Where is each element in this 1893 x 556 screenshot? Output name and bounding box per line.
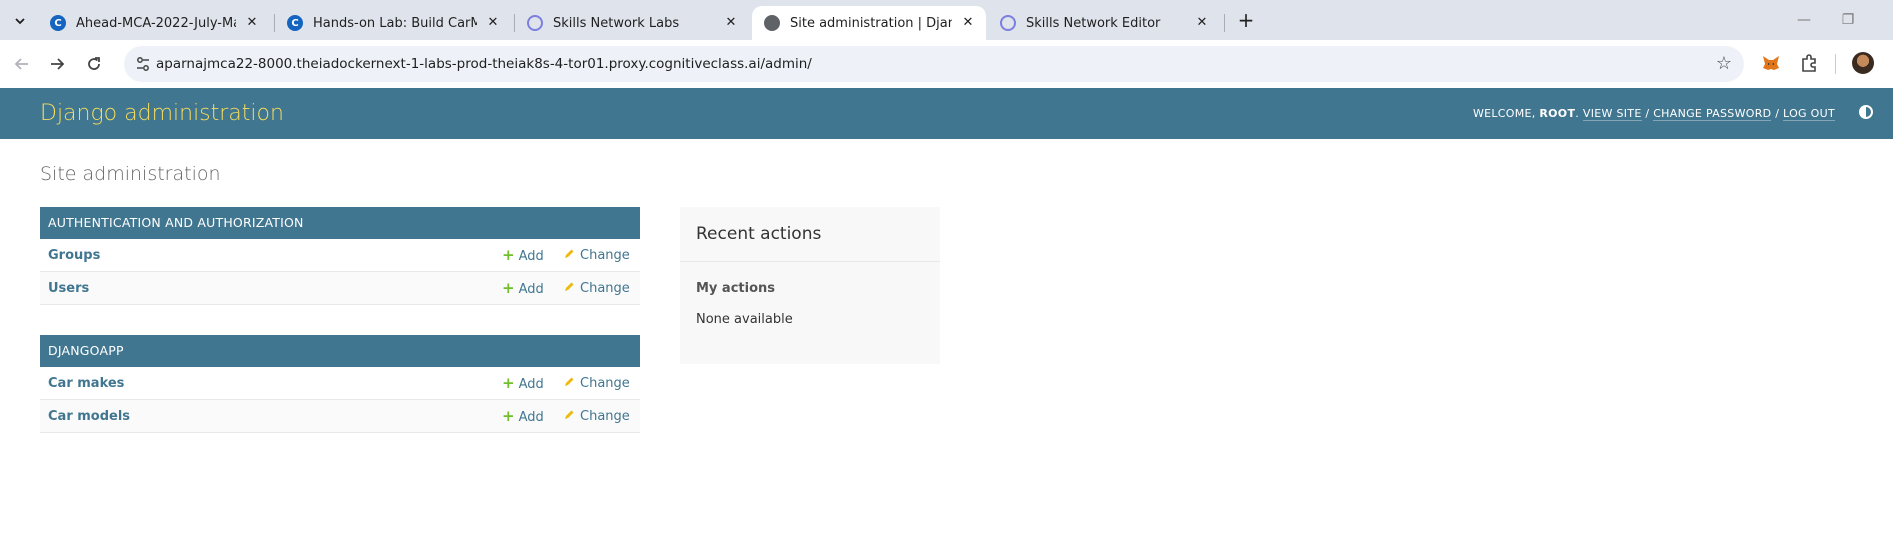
page-title: Site administration: [40, 163, 221, 185]
labs-icon: [1000, 15, 1016, 31]
labs-icon: [527, 15, 543, 31]
change-car-models-link[interactable]: Change: [563, 400, 630, 433]
coursera-icon: C: [50, 15, 66, 31]
profile-avatar[interactable]: [1852, 52, 1874, 74]
model-row-car-makes: Car makes + Add Change: [40, 367, 640, 400]
reload-icon: [88, 57, 100, 70]
site-branding[interactable]: Django administration: [40, 88, 284, 139]
tab-title: Hands-on Lab: Build CarModel: [313, 15, 477, 31]
browser-tab-4[interactable]: Skills Network Editor ✕: [988, 6, 1220, 40]
forward-button[interactable]: [45, 52, 69, 76]
tab-title: Skills Network Labs: [553, 15, 680, 31]
close-icon[interactable]: ✕: [1194, 15, 1210, 31]
arrow-right-icon: [51, 58, 65, 70]
model-row-users: Users + Add Change: [40, 272, 640, 305]
browser-toolbar: aparnajmca22-8000.theiadockernext-1-labs…: [0, 40, 1893, 88]
globe-icon: [764, 15, 780, 31]
model-link-groups[interactable]: Groups: [48, 239, 100, 272]
tab-search-button[interactable]: [9, 10, 31, 32]
change-password-link[interactable]: CHANGE PASSWORD: [1653, 107, 1772, 121]
model-row-car-models: Car models + Add Change: [40, 400, 640, 433]
plus-icon: +: [502, 407, 515, 425]
model-link-car-makes[interactable]: Car makes: [48, 367, 124, 400]
add-car-models-link[interactable]: + Add: [502, 400, 544, 434]
chevron-down-icon: [15, 18, 25, 25]
close-icon[interactable]: ✕: [244, 15, 260, 31]
module-caption[interactable]: DJANGOAPP: [40, 335, 640, 367]
add-car-makes-link[interactable]: + Add: [502, 367, 544, 401]
close-icon[interactable]: ✕: [723, 15, 739, 31]
arrow-left-icon: [14, 58, 28, 70]
plus-icon: +: [502, 246, 515, 264]
log-out-link[interactable]: LOG OUT: [1783, 107, 1835, 121]
pencil-icon: [565, 410, 574, 419]
no-actions-text: None available: [696, 312, 793, 327]
change-users-link[interactable]: Change: [563, 272, 630, 305]
metamask-fox-icon[interactable]: [1760, 52, 1782, 74]
welcome-text: WELCOME,: [1472, 107, 1536, 120]
close-icon[interactable]: ✕: [960, 15, 976, 31]
tab-title: Site administration | Django site: [790, 15, 952, 31]
browser-tab-2[interactable]: Skills Network Labs ✕: [515, 6, 749, 40]
site-info-icon[interactable]: [134, 55, 152, 73]
tab-title: Skills Network Editor: [1026, 15, 1161, 31]
recent-actions-panel: Recent actions My actions None available: [680, 207, 940, 364]
bookmark-star-icon[interactable]: ☆: [1716, 53, 1732, 74]
browser-tab-strip: C Ahead-MCA-2022-July-Major Pr ✕ C Hands…: [0, 0, 1893, 40]
coursera-icon: C: [287, 15, 303, 31]
browser-tab-3[interactable]: Site administration | Django site ✕: [752, 6, 986, 40]
maximize-button[interactable]: ❐: [1828, 8, 1868, 32]
user-tools: WELCOME, ROOT. VIEW SITE / CHANGE PASSWO…: [1472, 107, 1835, 121]
minimize-button[interactable]: —: [1784, 8, 1824, 32]
extensions-puzzle-icon[interactable]: [1798, 52, 1820, 74]
add-users-link[interactable]: + Add: [502, 272, 544, 306]
model-link-users[interactable]: Users: [48, 272, 89, 305]
app-module-auth: AUTHENTICATION AND AUTHORIZATION Groups …: [40, 207, 640, 305]
recent-actions-title: Recent actions: [680, 207, 940, 262]
browser-tab-1[interactable]: C Hands-on Lab: Build CarModel ✕: [275, 6, 511, 40]
reload-button[interactable]: [82, 52, 106, 76]
pencil-icon: [565, 377, 574, 386]
model-link-car-models[interactable]: Car models: [48, 400, 130, 433]
app-module-djangoapp: DJANGOAPP Car makes + Add Change Car mode…: [40, 335, 640, 433]
username: ROOT: [1539, 107, 1576, 120]
change-groups-link[interactable]: Change: [563, 239, 630, 272]
address-bar[interactable]: aparnajmca22-8000.theiadockernext-1-labs…: [124, 46, 1744, 82]
view-site-link[interactable]: VIEW SITE: [1582, 107, 1642, 121]
plus-icon: +: [502, 374, 515, 392]
back-button[interactable]: [10, 52, 34, 76]
my-actions-heading: My actions: [696, 281, 776, 296]
pencil-icon: [565, 249, 574, 258]
url-text: aparnajmca22-8000.theiadockernext-1-labs…: [156, 56, 812, 72]
plus-icon: +: [502, 279, 515, 297]
close-icon[interactable]: ✕: [485, 15, 501, 31]
module-caption[interactable]: AUTHENTICATION AND AUTHORIZATION: [40, 207, 640, 239]
tab-title: Ahead-MCA-2022-July-Major Pr: [76, 15, 236, 31]
pencil-icon: [565, 282, 574, 291]
change-car-makes-link[interactable]: Change: [563, 367, 630, 400]
theme-toggle-icon[interactable]: [1859, 105, 1873, 119]
model-row-groups: Groups + Add Change: [40, 239, 640, 272]
django-header: Django administration WELCOME, ROOT. VIE…: [0, 88, 1893, 139]
new-tab-button[interactable]: +: [1234, 9, 1258, 33]
browser-tab-0[interactable]: C Ahead-MCA-2022-July-Major Pr ✕: [38, 6, 270, 40]
add-groups-link[interactable]: + Add: [502, 239, 544, 273]
